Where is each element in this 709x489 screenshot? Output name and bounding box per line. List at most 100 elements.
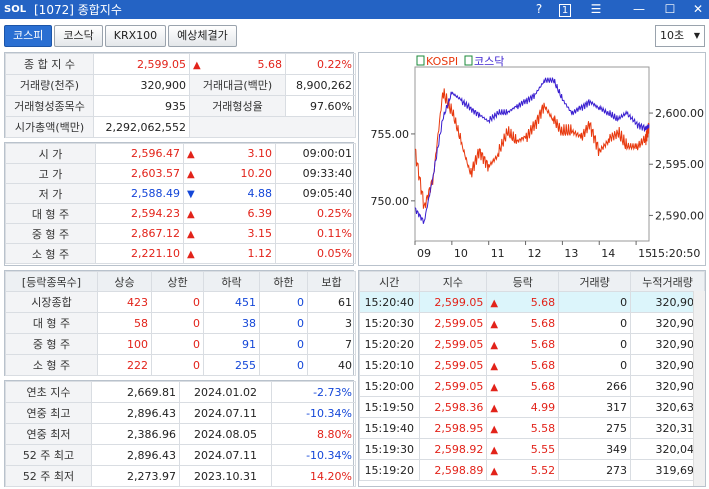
market-tabs: 코스피 코스닥 KRX100 예상체결가: [4, 25, 237, 47]
tab-kospi[interactable]: 코스피: [4, 25, 53, 47]
tick-header: 누적거래량: [630, 271, 705, 292]
yearly-pct: -10.34%: [271, 444, 356, 466]
tick-row[interactable]: 15:19:20 2,598.89 ▲ 5.52 273 319,693: [359, 459, 705, 481]
tick-time: 15:19:40: [359, 417, 420, 439]
composite-value: 2,599.05: [93, 53, 190, 75]
price-extra: 0.05%: [275, 243, 356, 264]
breadth-header: 상한: [151, 271, 204, 292]
yearly-row: 52 주 최고 2,896.43 2024.07.11 -10.34%: [5, 444, 356, 466]
legend-checkbox-icon: [464, 55, 473, 66]
price-row: 고 가 2,603.57 ▲ 10.20 09:33:40: [5, 163, 356, 184]
tick-volume: 349: [558, 438, 632, 460]
breadth-header: 하락: [203, 271, 260, 292]
amount-label: 거래대금(백만): [189, 74, 286, 96]
breadth-row: 대 형 주 58 0 38 0 3: [5, 312, 356, 334]
tick-header: 등락: [486, 271, 560, 292]
tick-change-value: 5.68: [530, 316, 556, 330]
tick-change-value: 5.55: [530, 442, 556, 456]
traded-count-value: 935: [93, 95, 190, 117]
up-arrow-icon: ▲: [490, 318, 499, 330]
market-cap-label: 시가총액(백만): [5, 116, 94, 138]
tick-change-value: 5.52: [530, 463, 556, 477]
price-name: 저 가: [5, 183, 96, 204]
right-tick-label: 2,590.00: [655, 209, 704, 222]
price-row: 대 형 주 2,594.23 ▲ 6.39 0.25%: [5, 203, 356, 224]
summary-panel: 종 합 지 수 2,599.05 ▲ 5.68 0.22% 거래량(천주) 320…: [4, 52, 356, 138]
tick-change-value: 5.68: [530, 379, 556, 393]
tick-volume: 0: [558, 333, 632, 355]
price-panel: 시 가 2,596.47 ▲ 3.10 09:00:01 고 가 2,603.57 ▲ 10.2…: [4, 142, 356, 266]
x-tick-label: 10: [454, 247, 468, 260]
yearly-row: 52 주 최저 2,273.97 2023.10.31 14.20%: [5, 465, 356, 487]
tick-volume: 273: [558, 459, 632, 481]
price-extra: 09:00:01: [275, 143, 356, 164]
tick-row[interactable]: 15:19:50 2,598.36 ▲ 4.99 317 320,634: [359, 396, 705, 418]
minimize-icon[interactable]: —: [628, 0, 650, 19]
tick-change: ▲ 5.55: [486, 438, 560, 460]
tick-row[interactable]: 15:19:30 2,598.92 ▲ 5.55 349 320,042: [359, 438, 705, 460]
composite-pct: 0.22%: [285, 53, 356, 75]
x-tick-label: 14: [601, 247, 615, 260]
tick-volume: 275: [558, 417, 632, 439]
tick-time: 15:20:10: [359, 354, 420, 376]
traded-count-label: 거래형성종목수: [5, 95, 94, 117]
price-name: 대 형 주: [5, 203, 96, 224]
price-change-value: 3.15: [247, 227, 273, 240]
left-tick-label: 750.00: [371, 195, 410, 208]
tab-kosdaq[interactable]: 코스닥: [54, 25, 103, 47]
breadth-cell: 451: [203, 291, 260, 313]
yearly-name: 연중 최저: [5, 423, 92, 445]
tick-header: 시간: [359, 271, 420, 292]
interval-select[interactable]: 10초 ▼: [655, 25, 705, 47]
tick-row[interactable]: 15:20:30 2,599.05 ▲ 5.68 0 320,900: [359, 312, 705, 334]
price-extra: 09:05:40: [275, 183, 356, 204]
yearly-row: 연중 최저 2,386.96 2024.08.05 8.80%: [5, 423, 356, 445]
tab-expected[interactable]: 예상체결가: [168, 25, 237, 47]
tick-index: 2,598.89: [418, 459, 488, 481]
tick-volume: 0: [558, 291, 632, 313]
app-logo: SOL: [4, 4, 27, 15]
up-arrow-icon: ▲: [187, 209, 195, 220]
breadth-cell: 61: [307, 291, 356, 313]
yearly-name: 연초 지수: [5, 381, 92, 403]
yearly-pct: 14.20%: [271, 465, 356, 487]
price-extra: 09:33:40: [275, 163, 356, 184]
tick-row[interactable]: 15:19:40 2,598.95 ▲ 5.58 275 320,317: [359, 417, 705, 439]
breadth-cell: 0: [151, 312, 204, 334]
tick-row[interactable]: 15:20:00 2,599.05 ▲ 5.68 266 320,900: [359, 375, 705, 397]
tick-index: 2,599.05: [418, 375, 488, 397]
page-number-icon[interactable]: 1: [554, 0, 576, 19]
close-icon[interactable]: ✕: [687, 0, 709, 19]
price-value: 2,594.23: [95, 203, 184, 224]
tick-index: 2,599.05: [418, 333, 488, 355]
right-tick-label: 2,595.00: [655, 158, 704, 171]
price-row: 시 가 2,596.47 ▲ 3.10 09:00:01: [5, 143, 356, 164]
up-arrow-icon: ▲: [490, 381, 499, 393]
price-change-value: 10.20: [240, 167, 273, 180]
tick-row[interactable]: 15:20:20 2,599.05 ▲ 5.68 0 320,900: [359, 333, 705, 355]
tick-change: ▲ 5.68: [486, 375, 560, 397]
composite-label: 종 합 지 수: [5, 53, 94, 75]
tick-change: ▲ 5.68: [486, 291, 560, 313]
up-arrow-icon: ▲: [490, 339, 499, 351]
ticks-panel: 시간 지수 등락 거래량 누적거래량 15:20:40 2,599.05 ▲ 5.68 0 320,…: [358, 270, 706, 487]
scrollbar[interactable]: [693, 291, 705, 486]
x-tick-label: 15: [638, 247, 652, 260]
traded-ratio-label: 거래형성율: [189, 95, 286, 117]
tab-krx100[interactable]: KRX100: [104, 25, 167, 47]
breadth-cell: 255: [203, 354, 260, 376]
maximize-icon[interactable]: ☐: [659, 0, 681, 19]
tick-volume: 0: [558, 354, 632, 376]
market-cap-value: 2,292,062,552: [93, 116, 190, 138]
yearly-value: 2,896.43: [91, 444, 180, 466]
price-name: 고 가: [5, 163, 96, 184]
tick-change: ▲ 5.68: [486, 312, 560, 334]
tick-time: 15:20:00: [359, 375, 420, 397]
yearly-value: 2,896.43: [91, 402, 180, 424]
tick-row[interactable]: 15:20:10 2,599.05 ▲ 5.68 0 320,900: [359, 354, 705, 376]
price-value: 2,596.47: [95, 143, 184, 164]
help-icon[interactable]: ?: [528, 0, 550, 19]
volume-value: 320,900: [93, 74, 190, 96]
menu-icon[interactable]: ☰: [585, 0, 607, 19]
tick-row[interactable]: 15:20:40 2,599.05 ▲ 5.68 0 320,900: [359, 291, 705, 313]
